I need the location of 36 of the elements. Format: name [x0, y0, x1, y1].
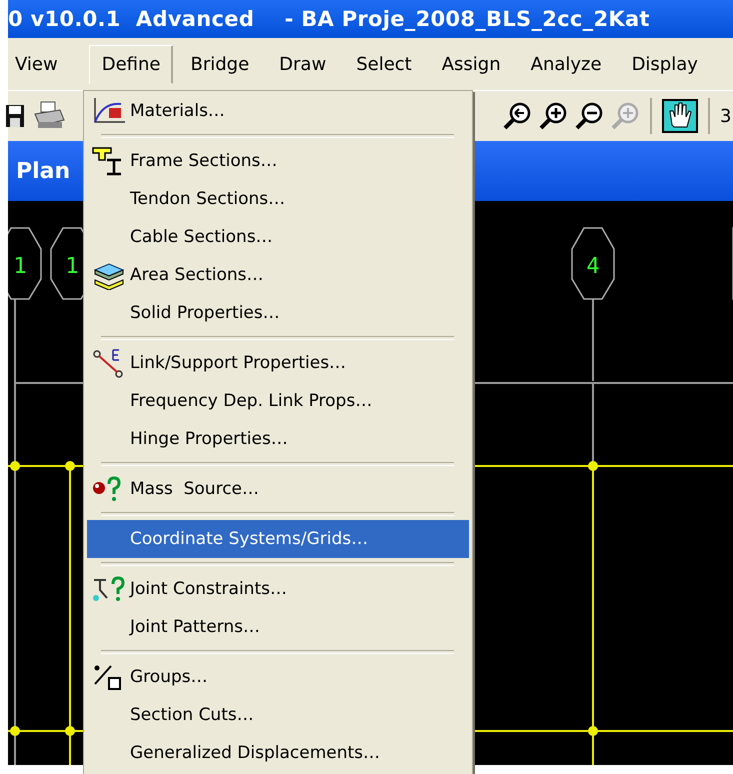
grid-label: 1 [13, 254, 27, 279]
menu-item[interactable]: Area Sections… [87, 256, 469, 294]
menu-item[interactable]: Hinge Properties… [87, 420, 469, 458]
menu-item[interactable]: Joint Patterns… [87, 608, 469, 646]
menu-bar-item[interactable]: Define [88, 44, 174, 84]
menu-item[interactable]: Link/Support Properties… [87, 344, 469, 382]
menu-item[interactable]: Section Cuts… [87, 696, 469, 734]
hand-icon[interactable] [662, 99, 698, 133]
menu-item[interactable]: Cable Sections… [87, 218, 469, 256]
window-title: 0 v10.0.1 Advanced - BA Proje_2008_BLS_2cc_2Kat [8, 7, 650, 31]
grid-label: 1 [65, 254, 79, 279]
menu-item[interactable]: Mass Source… [87, 470, 469, 508]
grid-label: 4 [586, 254, 600, 279]
menu-bar-item[interactable]: Assign [428, 44, 514, 84]
menu-item[interactable]: Coordinate Systems/Grids… [87, 520, 469, 558]
menu-item[interactable]: Materials… [87, 92, 469, 130]
menu-item[interactable]: Groups… [87, 658, 469, 696]
menu-bar-item[interactable]: Analyze [518, 44, 615, 84]
menu-bar-item[interactable]: Select [343, 44, 425, 84]
menu-bar-item[interactable]: Display [618, 44, 711, 84]
save-icon[interactable] [6, 103, 26, 129]
joint-constraint-icon [90, 574, 126, 604]
menu-item[interactable]: Frame Sections… [87, 142, 469, 180]
menu-bar-item[interactable]: Draw [266, 44, 340, 84]
zoom-out-icon[interactable] [574, 101, 604, 131]
menu-item[interactable]: Frequency Dep. Link Props… [87, 382, 469, 420]
menu-bar-item[interactable]: Bridge [177, 44, 262, 84]
menu-bar-item[interactable]: View [8, 44, 71, 84]
zoom-in-icon[interactable] [538, 101, 568, 131]
menu-item[interactable]: Joint Constraints… [87, 570, 469, 608]
zoom-previous-icon[interactable] [502, 101, 532, 131]
menu-item[interactable]: Tendon Sections… [87, 180, 469, 218]
menu-item[interactable]: Solid Properties… [87, 294, 469, 332]
toolbar-label: 3 [720, 106, 732, 126]
menu-item[interactable]: Generalized Displacements… [87, 734, 469, 772]
document-title: Plan [15, 158, 70, 184]
